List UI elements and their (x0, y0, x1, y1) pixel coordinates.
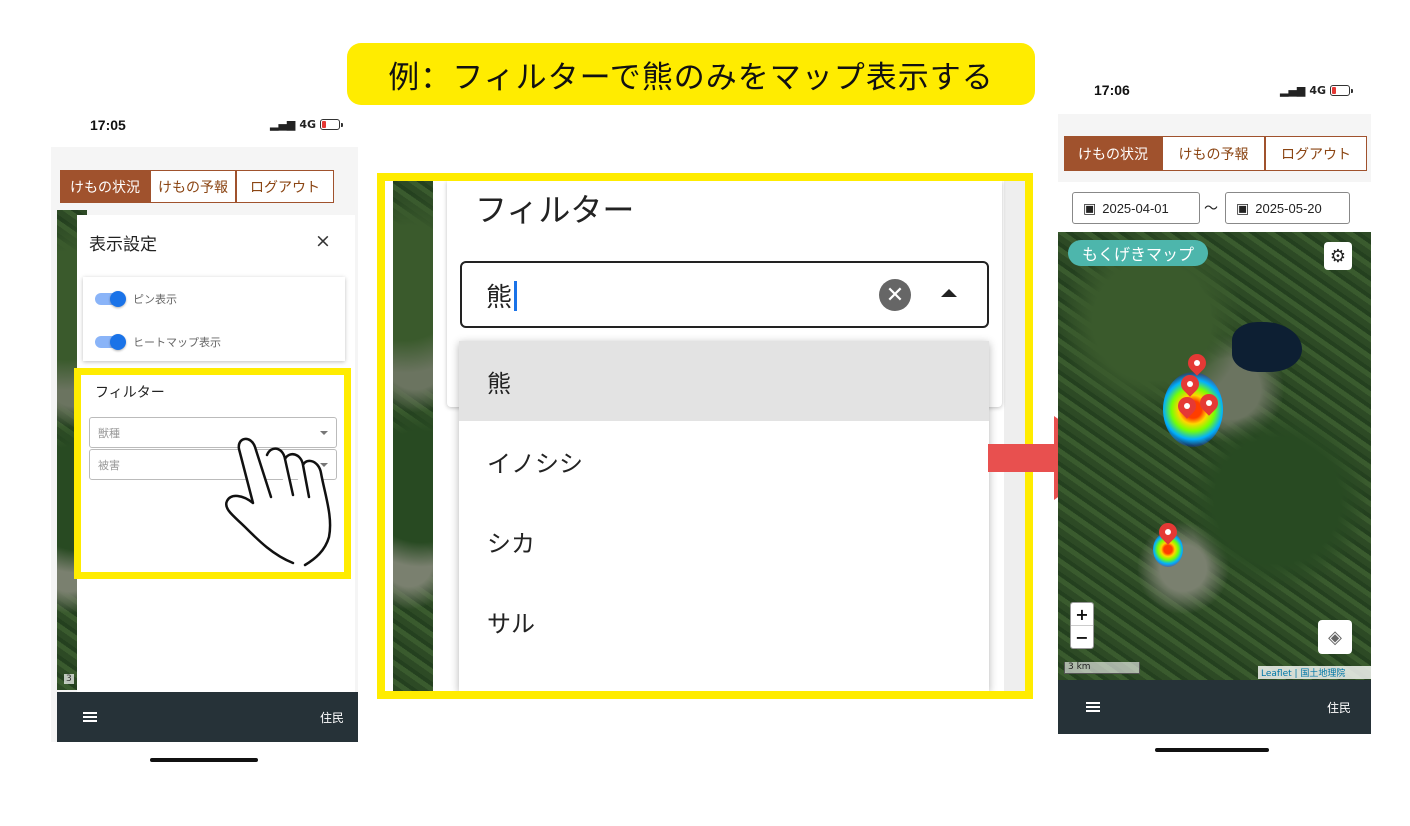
left-status-time: 17:05 (90, 117, 126, 133)
menu-icon[interactable] (83, 712, 97, 722)
map-title-badge: もくげきマップ (1068, 240, 1209, 266)
gear-icon[interactable]: ⚙ (1324, 242, 1352, 270)
battery-icon (1330, 85, 1354, 96)
species-dropdown-list: 熊 イノシシ シカ サル (459, 341, 989, 691)
pin-toggle-row[interactable]: ピン表示 (95, 291, 177, 307)
clear-icon[interactable]: ✕ (879, 279, 911, 311)
right-bottom-bar: 住民 (1058, 680, 1371, 734)
map-attribution[interactable]: Leaflet | 国土地理院 (1258, 666, 1371, 679)
caption-banner: 例：フィルターで熊のみをマップ表示する (347, 43, 1035, 105)
menu-icon[interactable] (1086, 702, 1100, 712)
map-scale: 3 km (1064, 662, 1140, 674)
calendar-icon: ▣ (1236, 199, 1250, 216)
zoom-out-button[interactable]: − (1071, 626, 1093, 648)
left-bottom-bar: 住民 (57, 692, 358, 742)
tab-kemono-forecast[interactable]: けもの予報 (150, 170, 236, 203)
signal-icon: ▂▄▆ (270, 118, 296, 131)
left-scale: 3 (64, 674, 74, 684)
heatmap-toggle-row[interactable]: ヒートマップ表示 (95, 334, 221, 350)
heatmap-toggle-switch[interactable] (95, 334, 126, 350)
sighting-map[interactable]: もくげきマップ ⚙ + − ◈ 3 km Leaflet | 国土地理院 (1058, 232, 1371, 680)
damage-select-placeholder: 被害 (98, 458, 120, 472)
text-cursor (514, 281, 517, 311)
tab-kemono-status[interactable]: けもの状況 (60, 170, 150, 203)
signal-icon: ▂▄▆ (1280, 84, 1306, 97)
network-label: 4G (1309, 84, 1327, 97)
date-separator: 〜 (1204, 201, 1218, 217)
pin-toggle-label: ピン表示 (133, 293, 177, 306)
user-role-label: 住民 (319, 710, 344, 725)
species-combobox[interactable]: 熊 ✕ (460, 261, 989, 328)
pin-toggle-switch[interactable] (95, 291, 126, 307)
right-phone-screen: けもの状況 けもの予報 ログアウト ▣ 2025-04-01 〜 ▣ 2025-… (1058, 114, 1371, 734)
tab-kemono-status[interactable]: けもの状況 (1064, 136, 1162, 171)
option-deer[interactable]: シカ (459, 501, 989, 581)
right-status-time: 17:06 (1094, 82, 1130, 98)
right-status-signal: ▂▄▆ 4G (1280, 84, 1354, 97)
species-input-value[interactable]: 熊 (486, 277, 512, 314)
zoom-filter-title: フィルター (475, 191, 635, 229)
display-toggles-card: ピン表示 ヒートマップ表示 (83, 277, 345, 361)
date-to-value: 2025-05-20 (1255, 200, 1322, 216)
right-tabs: けもの状況 けもの予報 ログアウト (1064, 136, 1367, 171)
right-home-indicator (1155, 748, 1269, 752)
tab-logout[interactable]: ログアウト (1265, 136, 1367, 171)
tab-logout[interactable]: ログアウト (236, 170, 334, 203)
left-filter-title: フィルター (95, 385, 165, 401)
lake-shape (1232, 322, 1302, 372)
date-range-bar: ▣ 2025-04-01 〜 ▣ 2025-05-20 (1058, 182, 1371, 232)
zoom-in-button[interactable]: + (1071, 603, 1093, 626)
zoom-map-background (393, 181, 433, 691)
date-to-field[interactable]: ▣ 2025-05-20 (1225, 192, 1350, 224)
hand-pointer-icon (224, 437, 332, 567)
date-from-value: 2025-04-01 (1102, 200, 1169, 216)
option-monkey[interactable]: サル (459, 581, 989, 661)
layers-icon[interactable]: ◈ (1318, 620, 1352, 654)
close-icon[interactable]: × (315, 230, 331, 252)
heatmap-toggle-label: ヒートマップ表示 (133, 336, 221, 349)
date-from-field[interactable]: ▣ 2025-04-01 (1072, 192, 1200, 224)
option-bear[interactable]: 熊 (459, 341, 989, 421)
zoom-content: フィルター 熊 ✕ 熊 イノシシ シカ サル (385, 181, 1025, 691)
left-tabs: けもの状況 けもの予報 ログアウト (60, 170, 334, 203)
tab-kemono-forecast[interactable]: けもの予報 (1162, 136, 1265, 171)
left-status-signal: ▂▄▆ 4G (270, 118, 344, 131)
left-home-indicator (150, 758, 258, 762)
settings-title: 表示設定 (89, 235, 157, 255)
user-role-label: 住民 (1326, 700, 1351, 715)
network-label: 4G (299, 118, 317, 131)
option-wild-boar[interactable]: イノシシ (459, 421, 989, 501)
zoom-control: + − (1070, 602, 1094, 649)
calendar-icon: ▣ (1083, 199, 1097, 216)
battery-icon (320, 119, 344, 130)
species-select-placeholder: 獣種 (98, 426, 120, 440)
chevron-up-icon[interactable] (941, 289, 957, 297)
